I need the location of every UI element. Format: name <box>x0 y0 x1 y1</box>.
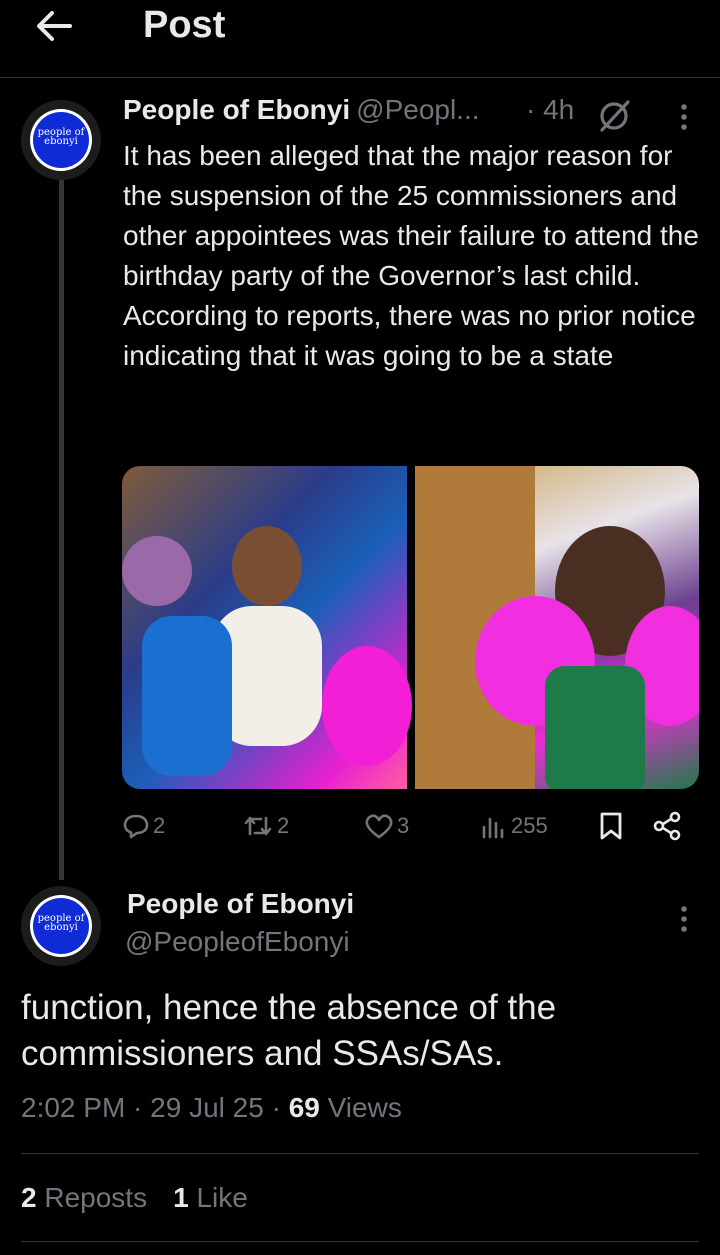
image-shape <box>322 646 412 766</box>
likes-stat[interactable]: 1 Like <box>173 1182 248 1213</box>
reply-count: 2 <box>153 813 166 838</box>
reply-text: function, hence the absence of the commi… <box>21 988 557 1073</box>
repost-icon <box>242 812 274 840</box>
avatar-logo: people of ebonyi <box>37 914 85 933</box>
back-arrow-icon[interactable] <box>30 4 78 48</box>
reposts-label: Reposts <box>44 1182 148 1213</box>
more-icon[interactable] <box>674 100 694 134</box>
reply-meta: 2:02 PM · 29 Jul 25 · 69 Views <box>21 1092 402 1123</box>
post-actions: 2 2 3 255 <box>122 806 692 846</box>
post-media[interactable] <box>122 466 699 789</box>
image-shape <box>122 536 192 606</box>
image-shape <box>232 526 302 606</box>
like-icon <box>364 812 394 840</box>
post-image-2[interactable] <box>415 466 699 789</box>
avatar-logo: people of ebonyi <box>37 128 85 147</box>
reply-time: 2:02 PM <box>21 1092 126 1123</box>
reposts-count: 2 <box>21 1182 37 1213</box>
page-title: Post <box>143 4 226 46</box>
divider <box>21 1241 699 1242</box>
reply-icon <box>122 812 150 840</box>
reply-avatar[interactable]: people of ebonyi <box>21 886 101 966</box>
reply-author-name[interactable]: People of Ebonyi <box>127 888 354 920</box>
likes-label: Like <box>196 1182 248 1213</box>
divider <box>21 1153 699 1154</box>
author-name[interactable]: People of Ebonyi <box>123 94 350 125</box>
reply-date: 29 Jul 25 <box>150 1092 264 1123</box>
post-time[interactable]: · 4h <box>526 94 574 126</box>
avatar-logo-line2: ebonyi <box>44 922 78 933</box>
views-count: 255 <box>511 813 548 838</box>
reply-author-handle[interactable]: @PeopleofEbonyi <box>125 926 350 958</box>
reply-stats: 2 Reposts 1 Like <box>21 1182 248 1214</box>
reply-button[interactable]: 2 <box>122 806 165 846</box>
reply-views-label: Views <box>327 1092 402 1123</box>
reply-views-count: 69 <box>288 1092 320 1123</box>
avatar[interactable]: people of ebonyi <box>21 100 101 180</box>
image-shape <box>545 666 645 789</box>
post-image-1[interactable] <box>122 466 412 789</box>
bookmark-icon[interactable] <box>598 806 624 846</box>
avatar-logo-line2: ebonyi <box>44 136 78 147</box>
like-button[interactable]: 3 <box>364 806 409 846</box>
grok-icon[interactable] <box>596 98 632 134</box>
repost-count: 2 <box>277 813 290 838</box>
top-bar: Post <box>0 0 720 78</box>
repost-button[interactable]: 2 <box>242 806 289 846</box>
views-icon <box>480 812 508 840</box>
post-header: People of Ebonyi @Peopl... <box>123 94 480 134</box>
views-button[interactable]: 255 <box>480 806 548 846</box>
image-shape <box>142 616 232 776</box>
author-handle[interactable]: @Peopl... <box>356 94 479 125</box>
reply-more-icon[interactable] <box>674 902 694 936</box>
share-icon[interactable] <box>652 806 684 846</box>
reposts-stat[interactable]: 2 Reposts <box>21 1182 147 1213</box>
likes-count: 1 <box>173 1182 189 1213</box>
post-text: It has been alleged that the major reaso… <box>123 140 699 371</box>
like-count: 3 <box>397 813 410 838</box>
thread-line <box>59 180 64 880</box>
